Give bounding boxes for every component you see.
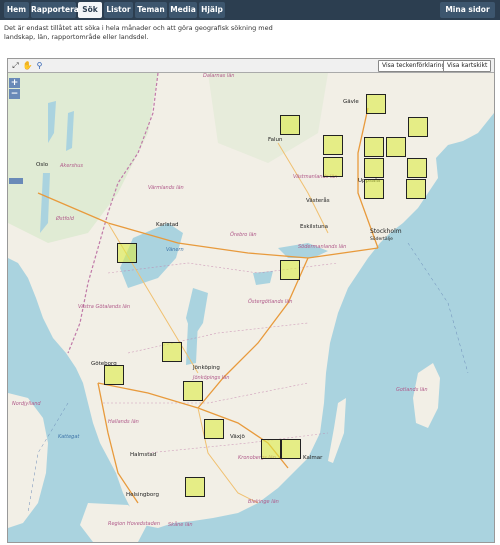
search-intro-text: Det är endast tillåtet att söka i hela m… xyxy=(4,24,273,41)
label-nordjylland: Nordjylland xyxy=(12,401,41,407)
zoom-in-button[interactable]: + xyxy=(9,78,20,88)
label-sodermanlands-lan: Södermanlands län xyxy=(298,244,347,250)
zoom-search-icon[interactable]: ⚲ xyxy=(34,60,45,71)
nav-teman[interactable]: Teman xyxy=(135,2,167,18)
grid-square[interactable] xyxy=(281,439,301,459)
label-karlstad: Karlstad xyxy=(156,222,179,228)
zoom-control: + − xyxy=(9,78,20,100)
expand-icon[interactable]: ⤢ xyxy=(10,60,21,71)
grid-square[interactable] xyxy=(261,439,281,459)
zoom-out-button[interactable]: − xyxy=(9,89,20,99)
grid-square[interactable] xyxy=(162,342,182,362)
label-gavle: Gävle xyxy=(343,99,359,105)
label-oslo: Oslo xyxy=(36,162,49,168)
label-helsingborg: Helsingborg xyxy=(126,492,159,498)
layer-switcher-tab[interactable] xyxy=(9,178,23,184)
label-eskilstuna: Eskilstuna xyxy=(300,224,328,230)
map-toolbar: ⤢ ✋ ⚲ Visa teckenförklaring Visa kartski… xyxy=(8,59,494,73)
nav-mina-sidor[interactable]: Mina sidor xyxy=(440,2,495,18)
pan-hand-icon[interactable]: ✋ xyxy=(22,60,33,71)
nav-media[interactable]: Media xyxy=(169,2,197,18)
grid-square[interactable] xyxy=(364,179,384,199)
label-ostergotlands-lan: Östergötlands län xyxy=(248,299,293,305)
label-kalmar: Kalmar xyxy=(303,455,323,461)
label-akershus: Akershus xyxy=(60,163,83,169)
grid-square[interactable] xyxy=(183,381,203,401)
nav-rapportera[interactable]: Rapportera xyxy=(31,2,79,18)
label-blekinge-lan: Blekinge län xyxy=(248,499,279,505)
label-gotlands-lan: Gotlands län xyxy=(396,387,428,393)
label-stockholm: Stockholm xyxy=(370,228,402,235)
label-hallands-lan: Hallands län xyxy=(108,419,139,425)
label-vanern: Vänern xyxy=(166,247,184,253)
grid-square[interactable] xyxy=(323,135,343,155)
label-sodertalje: Södertälje xyxy=(370,237,393,242)
grid-square[interactable] xyxy=(364,158,384,178)
label-region-hovedstaden: Region Hovedstaden xyxy=(108,521,161,527)
nav-listor[interactable]: Listor xyxy=(104,2,133,18)
grid-square[interactable] xyxy=(366,94,386,114)
show-map-layers-button[interactable]: Visa kartskikt xyxy=(443,60,492,72)
grid-square[interactable] xyxy=(364,137,384,157)
show-legend-button[interactable]: Visa teckenförklaring xyxy=(378,60,450,72)
grid-square[interactable] xyxy=(280,260,300,280)
grid-square[interactable] xyxy=(104,365,124,385)
label-varmlands-lan: Värmlands län xyxy=(148,185,184,191)
label-vastra-gotalands-lan: Västra Götalands län xyxy=(78,304,131,310)
grid-square[interactable] xyxy=(117,243,137,263)
label-vaxjo: Växjö xyxy=(230,434,245,440)
label-ostfold: Østfold xyxy=(56,216,74,222)
label-dalarnas-lan: Dalarnas län xyxy=(203,73,235,79)
label-jonkoping: Jönköping xyxy=(193,365,220,371)
label-vasteras: Västerås xyxy=(306,198,330,204)
grid-square[interactable] xyxy=(407,158,427,178)
grid-square[interactable] xyxy=(408,117,428,137)
label-falun: Falun xyxy=(268,137,283,143)
grid-square[interactable] xyxy=(280,115,300,135)
grid-square[interactable] xyxy=(323,157,343,177)
nav-hjalp[interactable]: Hjälp xyxy=(199,2,225,18)
label-halmstad: Halmstad xyxy=(130,452,157,458)
label-skane-lan: Skåne län xyxy=(168,522,193,528)
top-navbar: Hem Rapportera Sök Listor Teman Media Hj… xyxy=(0,0,500,20)
grid-square[interactable] xyxy=(185,477,205,497)
grid-square[interactable] xyxy=(204,419,224,439)
label-orebro-lan: Örebro län xyxy=(230,232,257,238)
nav-sok[interactable]: Sök xyxy=(78,2,102,18)
map-container: ⤢ ✋ ⚲ Visa teckenförklaring Visa kartski… xyxy=(7,58,495,543)
label-kattegat: Kattegat xyxy=(58,434,80,440)
grid-square[interactable] xyxy=(386,137,406,157)
nav-hem[interactable]: Hem xyxy=(4,2,29,18)
grid-square[interactable] xyxy=(406,179,426,199)
